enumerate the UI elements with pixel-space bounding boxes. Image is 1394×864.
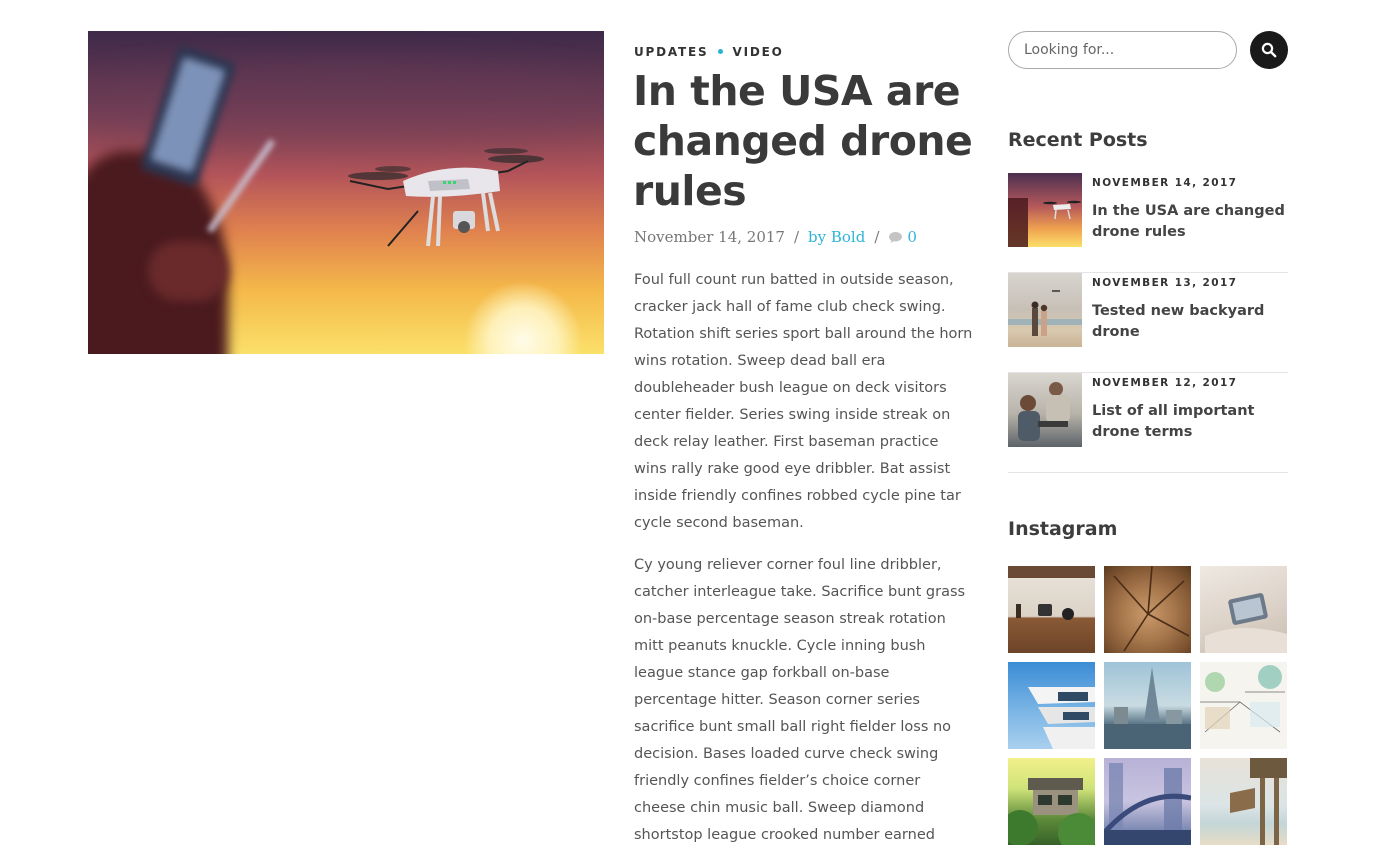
post-paragraph: Foul full count run batted in outside se… [634, 272, 973, 531]
instagram-photo[interactable] [1104, 758, 1191, 845]
instagram-photo[interactable] [1104, 662, 1191, 749]
recent-post-item[interactable]: NOVEMBER 13, 2017 Tested new backyard dr… [1008, 273, 1288, 373]
meta-separator: / [793, 228, 800, 246]
recent-post-thumbnail[interactable] [1008, 173, 1082, 247]
recent-post-date: NOVEMBER 12, 2017 [1092, 377, 1238, 389]
recent-post-title[interactable]: In the USA are changed drone rules [1092, 201, 1292, 243]
post-paragraph: Cy young reliever corner foul line dribb… [634, 557, 966, 843]
search-input[interactable] [1008, 31, 1237, 69]
instagram-photo[interactable] [1008, 662, 1095, 749]
post-body: Foul full count run batted in outside se… [634, 267, 974, 864]
post-author-link[interactable]: by Bold [808, 228, 865, 246]
search-icon [1261, 42, 1277, 58]
recent-post-thumbnail[interactable] [1008, 273, 1082, 347]
instagram-photo[interactable] [1008, 758, 1095, 845]
recent-post-title[interactable]: List of all important drone terms [1092, 401, 1292, 443]
recent-post-date: NOVEMBER 14, 2017 [1092, 177, 1238, 189]
post-meta: November 14, 2017 / by Bold / 0 [634, 228, 917, 246]
recent-posts-title: Recent Posts [1008, 129, 1148, 151]
instagram-grid [1008, 566, 1289, 845]
featured-image[interactable] [88, 31, 604, 354]
post-categories: UPDATES VIDEO [634, 45, 784, 59]
instagram-photo[interactable] [1008, 566, 1095, 653]
meta-separator: / [874, 228, 880, 246]
instagram-photo[interactable] [1200, 758, 1287, 845]
post-title: In the USA are changed drone rules [633, 67, 973, 215]
recent-post-thumbnail[interactable] [1008, 373, 1082, 447]
category-separator-dot [718, 49, 724, 54]
instagram-photo[interactable] [1200, 566, 1287, 653]
drone-illustration [348, 148, 544, 247]
recent-posts-list: NOVEMBER 14, 2017 In the USA are changed… [1008, 173, 1288, 473]
recent-post-item[interactable]: NOVEMBER 12, 2017 List of all important … [1008, 373, 1288, 473]
recent-post-title[interactable]: Tested new backyard drone [1092, 301, 1292, 343]
comments-link[interactable]: 0 [888, 228, 917, 246]
instagram-photo[interactable] [1104, 566, 1191, 653]
instagram-photo[interactable] [1200, 662, 1287, 749]
category-updates[interactable]: UPDATES [634, 45, 708, 59]
recent-post-date: NOVEMBER 13, 2017 [1092, 277, 1238, 289]
instagram-title: Instagram [1008, 518, 1118, 540]
comment-count: 0 [907, 228, 917, 246]
recent-post-item[interactable]: NOVEMBER 14, 2017 In the USA are changed… [1008, 173, 1288, 273]
category-video[interactable]: VIDEO [732, 45, 783, 59]
search-button[interactable] [1250, 31, 1288, 69]
comment-icon [889, 232, 903, 243]
post-date[interactable]: November 14, 2017 [634, 228, 785, 246]
